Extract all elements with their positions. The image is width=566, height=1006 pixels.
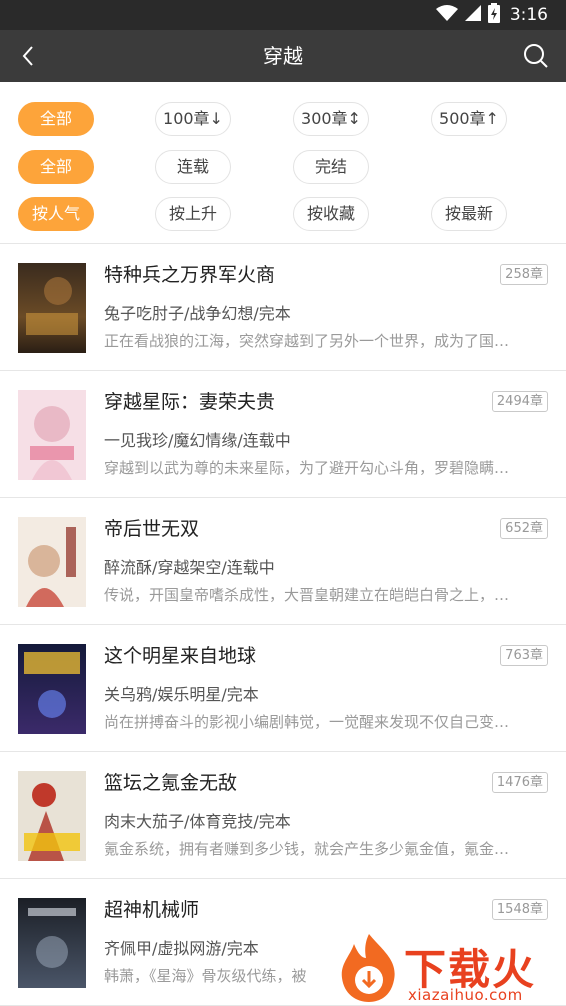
book-list-item[interactable]: 穿越星际：妻荣夫贵 2494章 一见我珍/魔幻情缘/连载中 穿越到以武为尊的未来… (0, 371, 566, 498)
filter-panel: 全部 100章↓ 300章↕ 500章↑ 全部 连载 完结 按人气 按上升 按收… (0, 82, 566, 244)
chapter-count-badge: 652章 (500, 518, 548, 539)
book-title: 这个明星来自地球 (104, 645, 257, 667)
book-description: 传说，开国皇帝嗜杀成性，大晋皇朝建立在皑皑白骨之上，… (104, 586, 510, 604)
filter-length-100[interactable]: 100章↓ (155, 102, 231, 136)
sort-newest[interactable]: 按最新 (431, 197, 507, 231)
book-cover (18, 898, 86, 988)
watermark-url: xiazaihuo.com (408, 986, 523, 1004)
cellular-signal-icon (464, 4, 482, 26)
book-meta: 一见我珍/魔幻情缘/连载中 (104, 431, 291, 450)
chapter-count-badge: 258章 (500, 264, 548, 285)
search-icon (524, 44, 548, 68)
sort-popularity[interactable]: 按人气 (18, 197, 94, 231)
book-title: 穿越星际：妻荣夫贵 (104, 391, 276, 413)
page-title: 穿越 (263, 44, 303, 68)
filter-length-300[interactable]: 300章↕ (293, 102, 369, 136)
book-description: 尚在拼搏奋斗的影视小编剧韩觉，一觉醒来发现不仅自己变… (104, 713, 510, 731)
book-title: 篮坛之氪金无敌 (104, 772, 238, 794)
status-time: 3:16 (509, 5, 548, 25)
book-description: 氪金系统，拥有者赚到多少钱，就会产生多少氪金值，氪金… (104, 840, 510, 858)
book-meta: 肉末大茄子/体育竞技/完本 (104, 812, 291, 831)
chevron-left-icon (22, 46, 33, 66)
filter-status-all[interactable]: 全部 (18, 150, 94, 184)
book-list-item[interactable]: 帝后世无双 652章 醉流酥/穿越架空/连载中 传说，开国皇帝嗜杀成性，大晋皇朝… (0, 498, 566, 625)
filter-status-serializing[interactable]: 连载 (155, 150, 231, 184)
search-button[interactable] (516, 36, 556, 76)
book-cover (18, 390, 86, 480)
chapter-count-badge: 763章 (500, 645, 548, 666)
book-description: 正在看战狼的江海，突然穿越到了另外一个世界，成为了国… (104, 332, 510, 350)
book-cover (18, 263, 86, 353)
book-title: 帝后世无双 (104, 518, 200, 540)
book-meta: 关乌鸦/娱乐明星/完本 (104, 685, 259, 704)
book-meta: 齐佩甲/虚拟网游/完本 (104, 939, 259, 958)
book-list-item[interactable]: 特种兵之万界军火商 258章 兔子吃肘子/战争幻想/完本 正在看战狼的江海，突然… (0, 244, 566, 371)
battery-icon (487, 3, 500, 27)
filter-length-all[interactable]: 全部 (18, 102, 94, 136)
book-cover (18, 644, 86, 734)
status-bar: 3:16 (0, 0, 566, 30)
wifi-icon (435, 4, 458, 26)
chapter-count-badge: 1476章 (491, 772, 548, 793)
book-title: 特种兵之万界军火商 (104, 264, 276, 286)
book-meta: 醉流酥/穿越架空/连载中 (104, 558, 275, 577)
book-list-item[interactable]: 篮坛之氪金无敌 1476章 肉末大茄子/体育竞技/完本 氪金系统，拥有者赚到多少… (0, 752, 566, 879)
book-meta: 兔子吃肘子/战争幻想/完本 (104, 304, 291, 323)
filter-status-finished[interactable]: 完结 (293, 150, 369, 184)
chapter-count-badge: 1548章 (491, 899, 548, 920)
watermark-logo: 下载火 xiazaihuo.com (334, 930, 566, 1006)
book-title: 超神机械师 (104, 899, 200, 921)
book-list-item[interactable]: 这个明星来自地球 763章 关乌鸦/娱乐明星/完本 尚在拼搏奋斗的影视小编剧韩觉… (0, 625, 566, 752)
flame-logo-icon (341, 934, 395, 1002)
back-button[interactable] (8, 36, 48, 76)
book-cover (18, 517, 86, 607)
sort-favorites[interactable]: 按收藏 (293, 197, 369, 231)
book-description: 穿越到以武为尊的未来星际，为了避开勾心斗角，罗碧隐瞒… (104, 459, 510, 477)
book-cover (18, 771, 86, 861)
filter-length-500[interactable]: 500章↑ (431, 102, 507, 136)
app-bar: 穿越 (0, 30, 566, 82)
chapter-count-badge: 2494章 (491, 391, 548, 412)
sort-rising[interactable]: 按上升 (155, 197, 231, 231)
